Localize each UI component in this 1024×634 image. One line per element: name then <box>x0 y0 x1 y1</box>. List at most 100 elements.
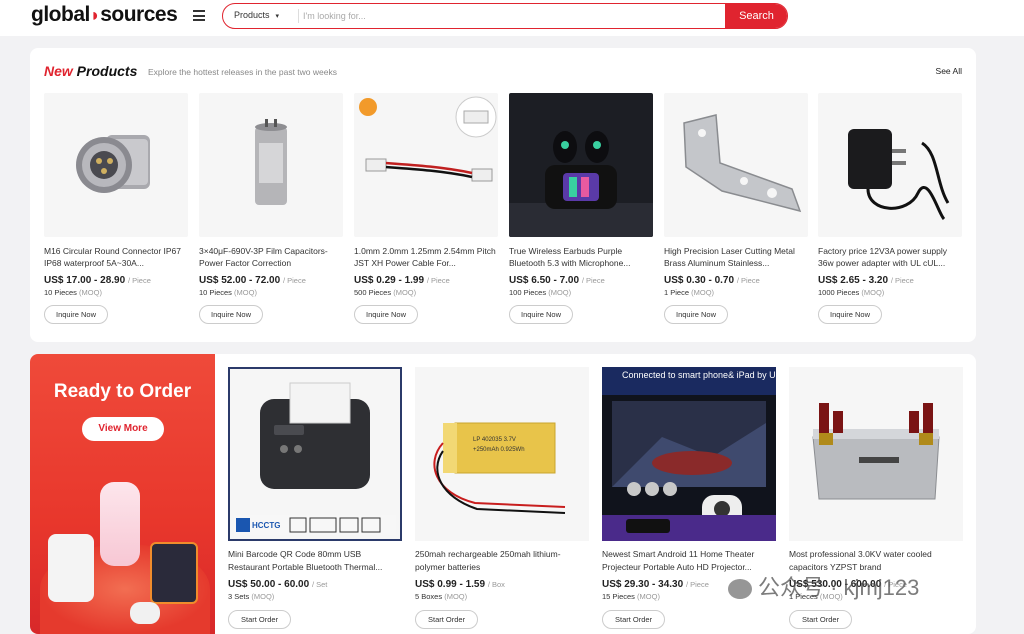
product-name[interactable]: 1.0mm 2.0mm 1.25mm 2.54mm Pitch JST XH P… <box>354 245 498 269</box>
printer-brand-text: HCCTG <box>252 521 280 530</box>
product-price: US$ 2.65 - 3.20 / Piece <box>818 275 962 286</box>
inquire-now-button[interactable]: Inquire Now <box>199 305 264 324</box>
start-order-button[interactable]: Start Order <box>602 610 666 629</box>
product-card[interactable]: Factory price 12V3A power supply 36w pow… <box>818 93 962 324</box>
price-range: US$ 0.29 - 1.99 <box>354 275 425 286</box>
product-name[interactable]: M16 Circular Round Connector IP67 IP68 w… <box>44 245 188 269</box>
product-card[interactable]: LP 402035 3.7V +250mAh 0.925Wh 250mah re… <box>415 367 589 629</box>
product-name[interactable]: True Wireless Earbuds Purple Bluetooth 5… <box>509 245 653 269</box>
top-header: global◗sources Products ▾ Search <box>0 0 1024 36</box>
product-price: US$ 17.00 - 28.90 / Piece <box>44 275 188 286</box>
view-more-button[interactable]: View More <box>82 417 164 441</box>
price-range: US$ 2.65 - 3.20 <box>818 275 889 286</box>
product-name[interactable]: Factory price 12V3A power supply 36w pow… <box>818 245 962 269</box>
product-moq: 100 Pieces (MOQ) <box>509 288 653 297</box>
start-order-button[interactable]: Start Order <box>228 610 292 629</box>
price-unit: / Piece <box>685 580 709 589</box>
product-price: US$ 0.30 - 0.70 / Piece <box>664 275 808 286</box>
product-image[interactable] <box>789 367 963 541</box>
price-unit: / Piece <box>581 276 605 285</box>
product-name[interactable]: Mini Barcode QR Code 80mm USB Restaurant… <box>228 548 402 574</box>
global-sources-logo[interactable]: global◗sources <box>31 3 178 27</box>
product-moq: 1000 Pieces (MOQ) <box>818 288 962 297</box>
price-unit: / Box <box>487 580 505 589</box>
battery-label-text: LP 402035 3.7V <box>473 437 516 443</box>
category-dropdown[interactable]: Products ▾ <box>234 10 279 20</box>
logo-left-text: global <box>31 3 90 26</box>
price-range: US$ 52.00 - 72.00 <box>199 275 281 286</box>
wechat-icon <box>728 579 752 600</box>
logo-right-text: sources <box>100 3 178 26</box>
humidifier-graphic <box>48 534 94 602</box>
moq-value: 3 Sets <box>228 592 250 601</box>
product-image[interactable] <box>44 93 188 237</box>
product-moq: 500 Pieces (MOQ) <box>354 288 498 297</box>
product-card[interactable]: True Wireless Earbuds Purple Bluetooth 5… <box>509 93 653 324</box>
start-order-button[interactable]: Start Order <box>789 610 853 629</box>
inquire-now-button[interactable]: Inquire Now <box>354 305 419 324</box>
product-moq: 5 Boxes (MOQ) <box>415 592 589 601</box>
price-unit: / Piece <box>282 276 306 285</box>
search-input[interactable] <box>303 7 723 25</box>
product-image[interactable]: Connected to smart phone& iPad by USB ca… <box>602 367 776 541</box>
moq-value: 10 Pieces <box>199 288 232 297</box>
product-price: US$ 0.29 - 1.99 / Piece <box>354 275 498 286</box>
product-name[interactable]: High Precision Laser Cutting Metal Brass… <box>664 245 808 269</box>
moq-label: (MOQ) <box>79 288 102 297</box>
moq-value: 5 Boxes <box>415 592 443 601</box>
product-image[interactable] <box>664 93 808 237</box>
product-card[interactable]: M16 Circular Round Connector IP67 IP68 w… <box>44 93 188 324</box>
product-price: US$ 0.99 - 1.59 / Box <box>415 579 589 590</box>
inquire-now-button[interactable]: Inquire Now <box>664 305 729 324</box>
price-unit: / Piece <box>890 276 914 285</box>
start-order-button[interactable]: Start Order <box>415 610 479 629</box>
product-moq: 10 Pieces (MOQ) <box>199 288 343 297</box>
hamburger-menu-icon[interactable] <box>193 10 205 21</box>
product-image[interactable] <box>354 93 498 237</box>
product-name[interactable]: 250mah rechargeable 250mah lithium-polym… <box>415 548 589 574</box>
moq-label: (MOQ) <box>548 288 572 297</box>
price-unit: / Piece <box>426 276 450 285</box>
moq-value: 1 Piece <box>664 288 690 297</box>
price-unit: / Piece <box>127 276 151 285</box>
category-dropdown-label: Products <box>234 10 270 20</box>
product-image[interactable] <box>199 93 343 237</box>
moq-value: 500 Pieces <box>354 288 392 297</box>
price-range: US$ 0.30 - 0.70 <box>664 275 735 286</box>
projector-banner-text: Connected to smart phone& iPad by USB ca… <box>622 370 776 380</box>
price-range: US$ 29.30 - 34.30 <box>602 579 684 590</box>
section-title: New Products <box>44 63 137 79</box>
inquire-now-button[interactable]: Inquire Now <box>509 305 574 324</box>
price-range: US$ 6.50 - 7.00 <box>509 275 580 286</box>
inquire-now-button[interactable]: Inquire Now <box>818 305 883 324</box>
product-card[interactable]: 3×40μF-690V-3P Film Capacitors-Power Fac… <box>199 93 343 324</box>
product-card[interactable]: HCCTG Mini Barcode QR Code 80mm USB Rest… <box>228 367 402 629</box>
product-moq: 10 Pieces (MOQ) <box>44 288 188 297</box>
product-image[interactable]: LP 402035 3.7V +250mAh 0.925Wh <box>415 367 589 541</box>
search-button[interactable]: Search <box>725 4 787 28</box>
product-price: US$ 50.00 - 60.00 / Set <box>228 579 402 590</box>
search-divider <box>298 9 299 23</box>
wechat-watermark: 公众号 · kjmj123 <box>728 570 919 602</box>
price-range: US$ 0.99 - 1.59 <box>415 579 486 590</box>
inquire-now-button[interactable]: Inquire Now <box>44 305 109 324</box>
product-image[interactable]: HCCTG <box>228 367 402 541</box>
search-bar: Products ▾ Search <box>222 3 788 29</box>
product-card[interactable]: 1.0mm 2.0mm 1.25mm 2.54mm Pitch JST XH P… <box>354 93 498 324</box>
product-moq: 1 Piece (MOQ) <box>664 288 808 297</box>
battery-label-text-2: +250mAh 0.925Wh <box>473 447 525 453</box>
ready-to-order-banner[interactable]: Ready to Order View More <box>30 354 215 634</box>
product-image[interactable] <box>509 93 653 237</box>
price-unit: / Piece <box>736 276 760 285</box>
moq-value: 1000 Pieces <box>818 288 860 297</box>
price-unit: / Set <box>311 580 328 589</box>
moq-label: (MOQ) <box>691 288 715 297</box>
see-all-link[interactable]: See All <box>936 66 962 76</box>
section-subtitle: Explore the hottest releases in the past… <box>148 67 337 77</box>
moq-label: (MOQ) <box>861 288 885 297</box>
product-image[interactable] <box>818 93 962 237</box>
chevron-down-icon: ▾ <box>275 13 280 20</box>
product-card[interactable]: High Precision Laser Cutting Metal Brass… <box>664 93 808 324</box>
product-name[interactable]: 3×40μF-690V-3P Film Capacitors-Power Fac… <box>199 245 343 269</box>
logo-swoosh-icon: ◗ <box>89 5 101 25</box>
